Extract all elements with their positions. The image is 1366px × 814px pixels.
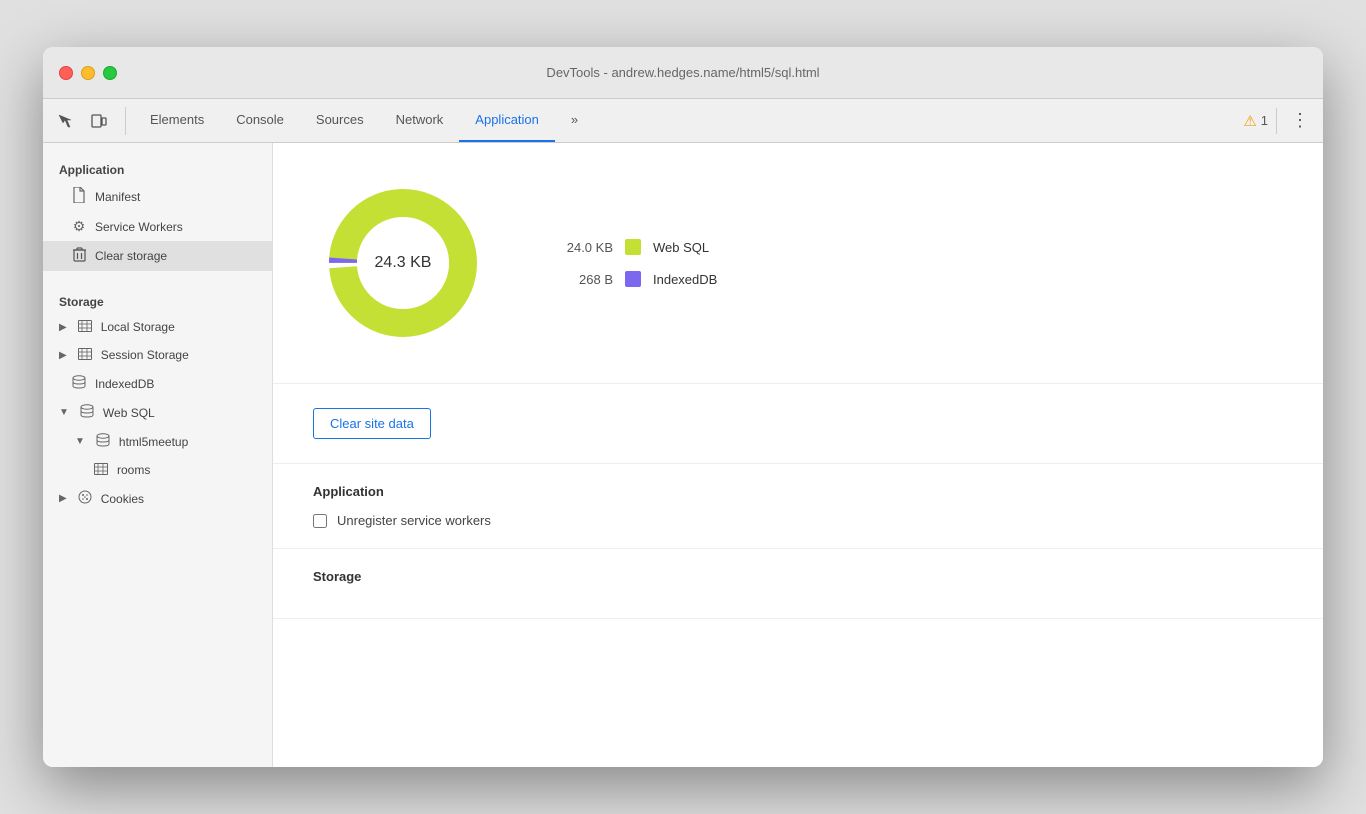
sidebar-section-application: Application bbox=[43, 155, 272, 181]
sidebar-item-html5meetup[interactable]: ▼ html5meetup bbox=[43, 427, 272, 456]
unregister-sw-item: Unregister service workers bbox=[313, 513, 1283, 528]
inspect-icon[interactable] bbox=[51, 107, 79, 135]
traffic-lights bbox=[59, 66, 117, 80]
session-storage-arrow: ▶ bbox=[59, 350, 67, 361]
toolbar: Elements Console Sources Network Applica… bbox=[43, 99, 1323, 143]
chart-legend: 24.0 KB Web SQL 268 B IndexedDB bbox=[553, 239, 717, 287]
cookies-arrow: ▶ bbox=[59, 493, 67, 504]
tab-application[interactable]: Application bbox=[459, 99, 555, 142]
donut-chart: 24.3 KB bbox=[313, 173, 493, 353]
web-sql-label: Web SQL bbox=[103, 406, 155, 420]
indexeddb-label: IndexedDB bbox=[95, 377, 154, 391]
manifest-icon bbox=[71, 187, 87, 206]
close-button[interactable] bbox=[59, 66, 73, 80]
content-panel: 24.3 KB 24.0 KB Web SQL 268 B IndexedDB bbox=[273, 143, 1323, 767]
clear-data-section: Clear site data bbox=[273, 384, 1323, 464]
local-storage-icon bbox=[77, 319, 93, 335]
unregister-sw-label: Unregister service workers bbox=[337, 513, 491, 528]
html5meetup-label: html5meetup bbox=[119, 435, 188, 449]
donut-center-label: 24.3 KB bbox=[375, 254, 432, 272]
html5meetup-arrow: ▼ bbox=[75, 436, 85, 447]
tab-network[interactable]: Network bbox=[380, 99, 460, 142]
local-storage-arrow: ▶ bbox=[59, 322, 67, 333]
clear-site-data-button[interactable]: Clear site data bbox=[313, 408, 431, 439]
legend-item-websql: 24.0 KB Web SQL bbox=[553, 239, 717, 255]
html5meetup-icon bbox=[95, 433, 111, 450]
sidebar-section-storage: Storage bbox=[43, 287, 272, 313]
unregister-sw-checkbox[interactable] bbox=[313, 514, 327, 528]
sidebar-item-manifest[interactable]: Manifest bbox=[43, 181, 272, 212]
websql-swatch bbox=[625, 239, 641, 255]
warning-badge[interactable]: ⚠ 1 bbox=[1235, 108, 1277, 134]
rooms-label: rooms bbox=[117, 463, 150, 477]
storage-section-panel: Storage bbox=[273, 549, 1323, 619]
chart-area: 24.3 KB 24.0 KB Web SQL 268 B IndexedDB bbox=[273, 143, 1323, 384]
warning-icon: ⚠ bbox=[1243, 112, 1256, 130]
websql-value: 24.0 KB bbox=[553, 240, 613, 255]
session-storage-label: Session Storage bbox=[101, 348, 189, 362]
more-menu-button[interactable]: ⋮ bbox=[1285, 106, 1315, 135]
websql-name: Web SQL bbox=[653, 240, 709, 255]
indexeddb-value: 268 B bbox=[553, 272, 613, 287]
titlebar: DevTools - andrew.hedges.name/html5/sql.… bbox=[43, 47, 1323, 99]
toolbar-right: ⚠ 1 ⋮ bbox=[1235, 106, 1315, 135]
cookies-icon bbox=[77, 490, 93, 507]
indexeddb-icon bbox=[71, 375, 87, 392]
main-content: Application Manifest ⚙ Service Workers bbox=[43, 143, 1323, 767]
web-sql-icon bbox=[79, 404, 95, 421]
indexeddb-swatch bbox=[625, 271, 641, 287]
sidebar-item-cookies[interactable]: ▶ Cookies bbox=[43, 484, 272, 513]
device-icon[interactable] bbox=[85, 107, 113, 135]
web-sql-arrow: ▼ bbox=[59, 407, 69, 418]
tab-sources[interactable]: Sources bbox=[300, 99, 380, 142]
legend-item-indexeddb: 268 B IndexedDB bbox=[553, 271, 717, 287]
window-title: DevTools - andrew.hedges.name/html5/sql.… bbox=[546, 65, 819, 80]
local-storage-label: Local Storage bbox=[101, 320, 175, 334]
service-workers-label: Service Workers bbox=[95, 220, 183, 234]
tab-elements[interactable]: Elements bbox=[134, 99, 220, 142]
tab-console[interactable]: Console bbox=[220, 99, 300, 142]
minimize-button[interactable] bbox=[81, 66, 95, 80]
sidebar-item-rooms[interactable]: rooms bbox=[43, 456, 272, 484]
application-section: Application Unregister service workers bbox=[273, 464, 1323, 549]
storage-section-title: Storage bbox=[313, 569, 1283, 584]
warning-count: 1 bbox=[1261, 113, 1268, 128]
manifest-label: Manifest bbox=[95, 190, 140, 204]
session-storage-icon bbox=[77, 347, 93, 363]
service-workers-icon: ⚙ bbox=[71, 218, 87, 235]
sidebar-item-clear-storage[interactable]: Clear storage bbox=[43, 241, 272, 271]
indexeddb-name: IndexedDB bbox=[653, 272, 717, 287]
clear-storage-icon bbox=[71, 247, 87, 265]
sidebar-item-service-workers[interactable]: ⚙ Service Workers bbox=[43, 212, 272, 241]
devtools-window: DevTools - andrew.hedges.name/html5/sql.… bbox=[43, 47, 1323, 767]
sidebar: Application Manifest ⚙ Service Workers bbox=[43, 143, 273, 767]
application-section-title: Application bbox=[313, 484, 1283, 499]
sidebar-item-session-storage[interactable]: ▶ Session Storage bbox=[43, 341, 272, 369]
toolbar-icons bbox=[51, 107, 126, 135]
sidebar-item-indexeddb[interactable]: IndexedDB bbox=[43, 369, 272, 398]
tab-more[interactable]: » bbox=[555, 99, 594, 142]
sidebar-item-web-sql[interactable]: ▼ Web SQL bbox=[43, 398, 272, 427]
maximize-button[interactable] bbox=[103, 66, 117, 80]
sidebar-item-local-storage[interactable]: ▶ Local Storage bbox=[43, 313, 272, 341]
tab-list: Elements Console Sources Network Applica… bbox=[134, 99, 594, 142]
clear-storage-label: Clear storage bbox=[95, 249, 167, 263]
rooms-icon bbox=[93, 462, 109, 478]
cookies-label: Cookies bbox=[101, 492, 144, 506]
